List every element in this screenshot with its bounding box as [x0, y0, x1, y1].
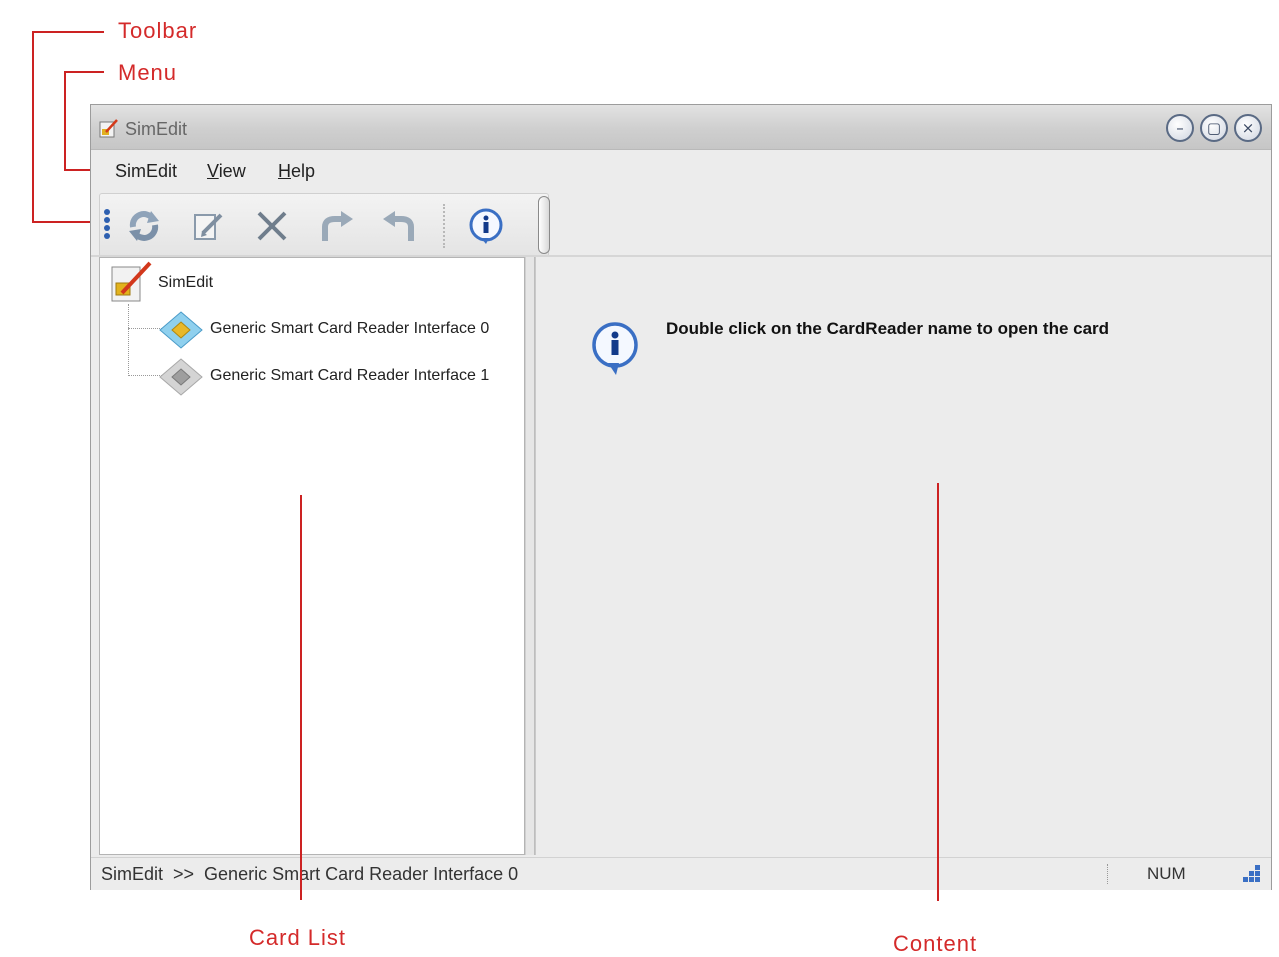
close-icon[interactable]: × — [1234, 114, 1262, 142]
status-bar: SimEdit >> Generic Smart Card Reader Int… — [91, 857, 1271, 890]
toolbar-grip-icon[interactable] — [103, 208, 111, 242]
edit-icon — [194, 213, 223, 240]
delete-button[interactable] — [250, 204, 294, 248]
status-separator — [1107, 864, 1108, 884]
menu-simedit[interactable]: SimEdit — [115, 161, 177, 182]
menu-bar: SimEdit View Help — [91, 151, 1271, 189]
resize-grip-icon[interactable] — [1241, 863, 1263, 885]
toolbar-pointer-line — [32, 31, 34, 223]
menu-pointer-line — [64, 71, 104, 73]
content-pointer-line — [937, 483, 939, 901]
info-icon — [469, 208, 503, 244]
forward-icon — [322, 211, 353, 241]
reply-button[interactable] — [378, 204, 422, 248]
menu-help[interactable]: Help — [278, 161, 315, 182]
refresh-icon — [129, 211, 159, 241]
pane-splitter[interactable] — [525, 257, 535, 855]
card-list-pane: SimEdit Generic Smart Card Reader Interf… — [99, 257, 525, 855]
annotation-menu: Menu — [118, 60, 178, 85]
toolbar-chevron-handle[interactable] — [538, 196, 550, 254]
tree-connector — [128, 304, 129, 376]
annotation-toolbar: Toolbar — [118, 18, 198, 43]
info-button[interactable] — [464, 204, 508, 248]
restore-icon[interactable]: ▢ — [1200, 114, 1228, 142]
annotation-card-list: Card List — [249, 925, 347, 950]
card-reader-label: Generic Smart Card Reader Interface 0 — [210, 320, 490, 337]
window-title: SimEdit — [125, 119, 188, 139]
status-path: SimEdit >> Generic Smart Card Reader Int… — [101, 864, 519, 884]
toolbar-pointer-line — [32, 31, 104, 33]
info-bubble-icon — [592, 322, 638, 375]
content-pane: Double click on the CardReader name to o… — [535, 257, 1265, 855]
simedit-app-icon — [99, 119, 118, 138]
reply-icon — [383, 211, 414, 241]
delete-icon — [257, 211, 287, 241]
menu-pointer-line — [64, 71, 66, 171]
forward-button[interactable] — [314, 204, 358, 248]
refresh-button[interactable] — [122, 204, 166, 248]
simedit-window: SimEdit – ▢ × SimEdit View Help SimEdit … — [90, 104, 1272, 890]
menu-view[interactable]: View — [207, 161, 246, 182]
sim-card-active-icon — [159, 311, 203, 349]
toolbar-separator — [443, 204, 447, 248]
simedit-folder-icon — [111, 261, 152, 302]
edit-button[interactable] — [186, 204, 230, 248]
minimize-icon[interactable]: – — [1166, 114, 1194, 142]
content-message: Double click on the CardReader name to o… — [666, 319, 1110, 338]
toolbar — [99, 193, 550, 257]
card-reader-label: Generic Smart Card Reader Interface 1 — [210, 367, 490, 384]
annotation-content: Content — [893, 931, 978, 956]
title-bar[interactable]: SimEdit – ▢ × — [91, 105, 1271, 150]
card-list-pointer-line — [300, 495, 302, 900]
sim-card-inactive-icon — [159, 358, 203, 396]
status-num-indicator: NUM — [1147, 864, 1186, 883]
tree-root-label: SimEdit — [158, 274, 214, 291]
